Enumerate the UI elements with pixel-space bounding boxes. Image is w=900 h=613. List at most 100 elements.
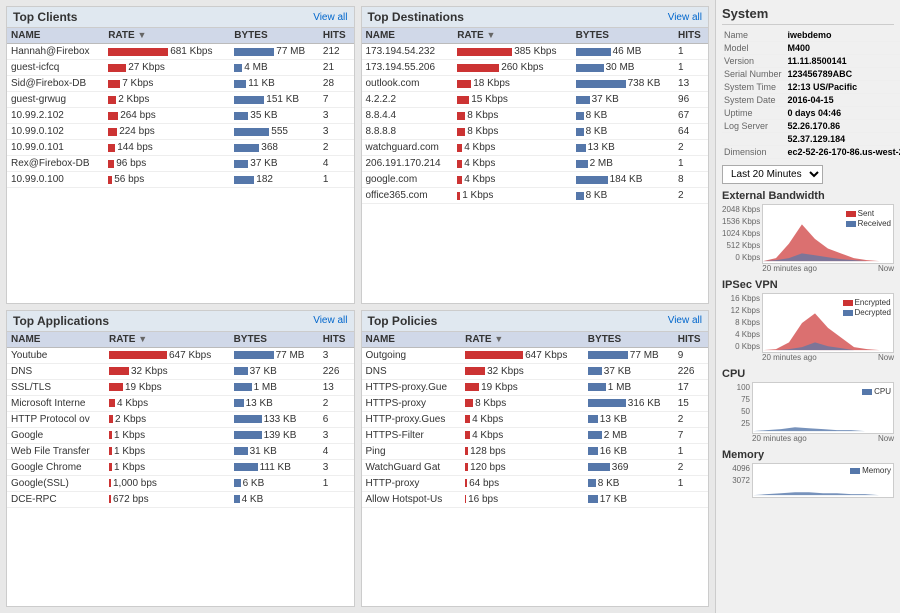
top-destinations-view-all[interactable]: View all <box>668 12 702 23</box>
table-row: HTTPS-proxy.Gue19 Kbps1 MB17 <box>362 379 709 395</box>
cell-name: DNS <box>7 363 105 379</box>
cell-hits: 17 <box>674 379 708 395</box>
cell-name: Google(SSL) <box>7 475 105 491</box>
col-bytes: BYTES <box>230 28 319 44</box>
cell-hits: 67 <box>674 108 708 124</box>
table-row: outlook.com18 Kbps738 KB13 <box>362 76 709 92</box>
legend-received: Received <box>858 219 891 228</box>
cell-hits: 212 <box>319 44 354 60</box>
cell-name: Ping <box>362 443 462 459</box>
cell-bytes: 8 KB <box>572 108 674 124</box>
ext-bandwidth-section: External Bandwidth 2048 Kbps 1536 Kbps 1… <box>722 190 894 273</box>
table-row: Sid@Firebox-DB7 Kbps11 KB28 <box>7 76 354 92</box>
cell-bytes: 13 KB <box>230 395 319 411</box>
system-field-label: System Time <box>722 81 786 94</box>
table-row: HTTP Protocol ov2 Kbps133 KB6 <box>7 411 354 427</box>
cell-bytes: 35 KB <box>230 108 319 124</box>
table-row: 206.191.170.2144 Kbps2 MB1 <box>362 156 709 172</box>
cpu-y2: 75 <box>722 394 750 406</box>
table-row: 10.99.2.102264 bps35 KB3 <box>7 108 354 124</box>
cell-bytes: 369 <box>584 459 674 475</box>
cell-rate: 672 bps <box>105 491 230 507</box>
cell-bytes: 111 KB <box>230 459 319 475</box>
cell-name: 10.99.0.100 <box>7 172 104 188</box>
top-destinations-table: NAME RATE ▼ BYTES HITS 173.194.54.232385… <box>362 28 709 204</box>
cell-name: Google Chrome <box>7 459 105 475</box>
system-info-row: System Time12:13 US/Pacific <box>722 81 900 94</box>
table-row: DCE-RPC672 bps4 KB <box>7 491 354 507</box>
memory-section: Memory 4096 3072 Memory <box>722 449 894 498</box>
cell-bytes: 182 <box>230 172 319 188</box>
cell-hits: 2 <box>674 459 708 475</box>
top-applications-title: Top Applications <box>13 314 109 328</box>
cell-name: Youtube <box>7 347 105 363</box>
cell-rate: 264 bps <box>104 108 230 124</box>
cell-bytes: 2 MB <box>584 427 674 443</box>
top-applications-view-all[interactable]: View all <box>313 315 347 326</box>
cell-rate: 8 Kbps <box>461 395 584 411</box>
cell-hits: 9 <box>674 347 708 363</box>
cell-hits: 8 <box>674 172 708 188</box>
cell-hits: 2 <box>319 140 354 156</box>
cell-bytes: 30 MB <box>572 60 674 76</box>
cell-name: 173.194.54.232 <box>362 44 454 60</box>
system-field-label: System Date <box>722 94 786 107</box>
vpn-y3: 8 Kbps <box>722 317 760 329</box>
ipsec-title: IPSec VPN <box>722 279 894 291</box>
system-info-table: NameiwebdemoModelM400Version11.11.850014… <box>722 29 900 159</box>
cell-hits: 3 <box>319 459 354 475</box>
cell-bytes: 4 MB <box>230 60 319 76</box>
vpn-y5: 0 Kbps <box>722 341 760 353</box>
system-info-row: Nameiwebdemo <box>722 29 900 42</box>
cell-name: 10.99.2.102 <box>7 108 104 124</box>
legend-sent: Sent <box>858 209 874 218</box>
col-rate[interactable]: RATE ▼ <box>105 332 230 348</box>
system-field-value: 11.11.8500141 <box>786 55 900 68</box>
col-rate[interactable]: RATE ▼ <box>453 28 571 44</box>
cell-rate: 4 Kbps <box>453 140 571 156</box>
system-field-label <box>722 133 786 146</box>
system-info-row: Serial Number123456789ABC <box>722 68 900 81</box>
table-row: Microsoft Interne4 Kbps13 KB2 <box>7 395 354 411</box>
bw-x-right: Now <box>878 264 894 273</box>
time-range-select[interactable]: Last 20 Minutes <box>722 165 823 184</box>
top-applications-section: Top Applications View all NAME RATE ▼ BY… <box>6 310 355 608</box>
table-row: office365.com1 Kbps8 KB2 <box>362 188 709 204</box>
table-row: WatchGuard Gat120 bps3692 <box>362 459 709 475</box>
cell-name: Outgoing <box>362 347 462 363</box>
cell-rate: 15 Kbps <box>453 92 571 108</box>
cell-name: WatchGuard Gat <box>362 459 462 475</box>
vpn-y4: 4 Kbps <box>722 329 760 341</box>
system-field-value: ec2-52-26-170-86.us-west-2.compute.amazo… <box>786 146 900 159</box>
top-policies-view-all[interactable]: View all <box>668 315 702 326</box>
col-bytes: BYTES <box>572 28 674 44</box>
top-clients-view-all[interactable]: View all <box>313 12 347 23</box>
cell-rate: 4 Kbps <box>453 172 571 188</box>
cell-hits: 96 <box>674 92 708 108</box>
cell-name: 10.99.0.102 <box>7 124 104 140</box>
col-rate[interactable]: RATE ▼ <box>104 28 230 44</box>
table-row: 8.8.4.48 Kbps8 KB67 <box>362 108 709 124</box>
cpu-y1: 100 <box>722 382 750 394</box>
bw-y2: 1536 Kbps <box>722 216 760 228</box>
legend-encrypted: Encrypted <box>855 298 891 307</box>
cell-hits: 21 <box>319 60 354 76</box>
cell-rate: 128 bps <box>461 443 584 459</box>
system-field-value: 2016-04-15 <box>786 94 900 107</box>
cell-hits: 1 <box>674 156 708 172</box>
cell-bytes: 77 MB <box>230 347 319 363</box>
cell-hits: 1 <box>674 60 708 76</box>
table-row: DNS32 Kbps37 KB226 <box>362 363 709 379</box>
cell-bytes: 77 MB <box>230 44 319 60</box>
table-row: 173.194.55.206260 Kbps30 MB1 <box>362 60 709 76</box>
cell-name: 8.8.4.4 <box>362 108 454 124</box>
cell-hits: 2 <box>319 395 354 411</box>
legend-cpu: CPU <box>874 387 891 396</box>
col-rate[interactable]: RATE ▼ <box>461 332 584 348</box>
top-destinations-section: Top Destinations View all NAME RATE ▼ BY… <box>361 6 710 304</box>
cell-rate: 2 Kbps <box>104 92 230 108</box>
table-row: Google1 Kbps139 KB3 <box>7 427 354 443</box>
cell-name: 10.99.0.101 <box>7 140 104 156</box>
cell-hits: 2 <box>674 411 708 427</box>
cell-hits: 3 <box>319 108 354 124</box>
